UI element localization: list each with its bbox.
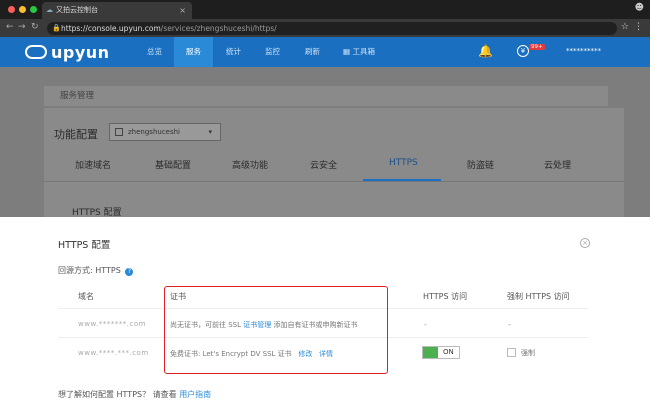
tab-processing[interactable]: 云处理 bbox=[544, 158, 571, 171]
breadcrumb: 服务管理 bbox=[44, 86, 608, 106]
tab-title: 又拍云控制台 bbox=[56, 6, 98, 14]
toggle-on-fill bbox=[423, 347, 438, 358]
tab-divider bbox=[44, 181, 624, 182]
service-select[interactable]: zhengshuceshi ▾ bbox=[109, 123, 221, 141]
yen-icon[interactable]: ¥ bbox=[517, 45, 529, 57]
active-tab-indicator bbox=[363, 179, 441, 181]
https-config-modal: HTTPS 配置 × 回源方式: HTTPS ? 域名 证书 HTTPS 访问 … bbox=[0, 217, 650, 406]
config-panel: 功能配置 zhengshuceshi ▾ 加速域名 基础配置 高级功能 云安全 … bbox=[44, 108, 624, 218]
notification-badge: 99+ bbox=[529, 44, 545, 50]
row2-domain: www.****.***.com bbox=[78, 349, 149, 357]
nav-stats[interactable]: 统计 bbox=[226, 37, 241, 67]
nav-services[interactable]: 服务 bbox=[174, 37, 213, 67]
minimize-window-button[interactable] bbox=[19, 6, 26, 13]
user-menu[interactable]: ********** bbox=[566, 47, 601, 55]
server-icon bbox=[115, 128, 123, 136]
forward-icon[interactable]: → bbox=[18, 22, 26, 32]
page-background: 服务管理 功能配置 zhengshuceshi ▾ 加速域名 基础配置 高级功能… bbox=[0, 67, 650, 218]
column-header-https: HTTPS 访问 bbox=[423, 292, 468, 301]
address-bar: ← → ↻ 🔒 https://console.upyun.com/servic… bbox=[0, 19, 650, 37]
close-tab-icon[interactable]: × bbox=[179, 2, 186, 19]
column-header-domain: 域名 bbox=[78, 292, 94, 301]
browser-tab[interactable]: ☁ 又拍云控制台 × bbox=[42, 2, 192, 19]
origin-mode: 回源方式: HTTPS ? bbox=[58, 265, 134, 276]
browser-menu-icon[interactable]: ⋮ bbox=[634, 22, 643, 32]
tab-basic[interactable]: 基础配置 bbox=[155, 158, 191, 171]
maximize-window-button[interactable] bbox=[30, 6, 37, 13]
force-https-label: 强制 bbox=[521, 349, 535, 357]
bell-icon[interactable]: 🔔 bbox=[478, 44, 493, 58]
nav-overview[interactable]: 总览 bbox=[147, 37, 162, 67]
row1-force: - bbox=[508, 320, 511, 329]
reload-icon[interactable]: ↻ bbox=[31, 22, 39, 32]
tab-advanced[interactable]: 高级功能 bbox=[232, 158, 268, 171]
force-https-checkbox[interactable] bbox=[507, 348, 516, 357]
cert-highlight-box bbox=[164, 286, 388, 374]
user-guide-link[interactable]: 用户指南 bbox=[179, 390, 211, 399]
config-label: 功能配置 bbox=[54, 128, 98, 141]
cloud-logo-icon bbox=[25, 45, 47, 59]
url-path: /services/zhengshuceshi/https/ bbox=[160, 24, 277, 33]
nav-monitor[interactable]: 监控 bbox=[265, 37, 280, 67]
bookmark-star-icon[interactable]: ☆ bbox=[621, 22, 629, 32]
chevron-down-icon: ▾ bbox=[208, 128, 212, 136]
back-icon[interactable]: ← bbox=[6, 22, 14, 32]
upyun-logo[interactable]: upyun bbox=[25, 43, 110, 62]
row1-https: - bbox=[424, 320, 427, 329]
help-icon[interactable]: ? bbox=[125, 268, 134, 276]
modal-title: HTTPS 配置 bbox=[58, 240, 111, 251]
url-input[interactable]: 🔒 https://console.upyun.com/services/zhe… bbox=[47, 22, 617, 35]
close-window-button[interactable] bbox=[8, 6, 15, 13]
column-header-force: 强制 HTTPS 访问 bbox=[507, 292, 570, 301]
nav-refresh[interactable]: 刷新 bbox=[305, 37, 320, 67]
tab-security[interactable]: 云安全 bbox=[310, 158, 337, 171]
footer-help: 想了解如何配置 HTTPS？ 请查看 用户指南 bbox=[58, 390, 212, 399]
close-icon[interactable]: × bbox=[580, 238, 590, 248]
favicon-icon: ☁ bbox=[46, 6, 53, 14]
row1-domain: www.*******.com bbox=[78, 320, 146, 328]
lock-icon: 🔒 bbox=[52, 24, 61, 32]
https-toggle[interactable]: ON bbox=[422, 346, 460, 359]
url-host: https://console.upyun.com bbox=[61, 24, 161, 33]
tab-https[interactable]: HTTPS bbox=[389, 158, 418, 168]
tab-domains[interactable]: 加速域名 bbox=[75, 158, 111, 171]
tab-hotlink[interactable]: 防盗链 bbox=[467, 158, 494, 171]
profile-icon[interactable]: ☻ bbox=[635, 3, 644, 13]
nav-toolbox[interactable]: ▦ 工具箱 bbox=[343, 37, 375, 67]
app-header: upyun 总览 服务 统计 监控 刷新 ▦ 工具箱 🔔 ¥ 99+ *****… bbox=[0, 37, 650, 67]
browser-tabbar: ☁ 又拍云控制台 × ☻ bbox=[0, 0, 650, 19]
